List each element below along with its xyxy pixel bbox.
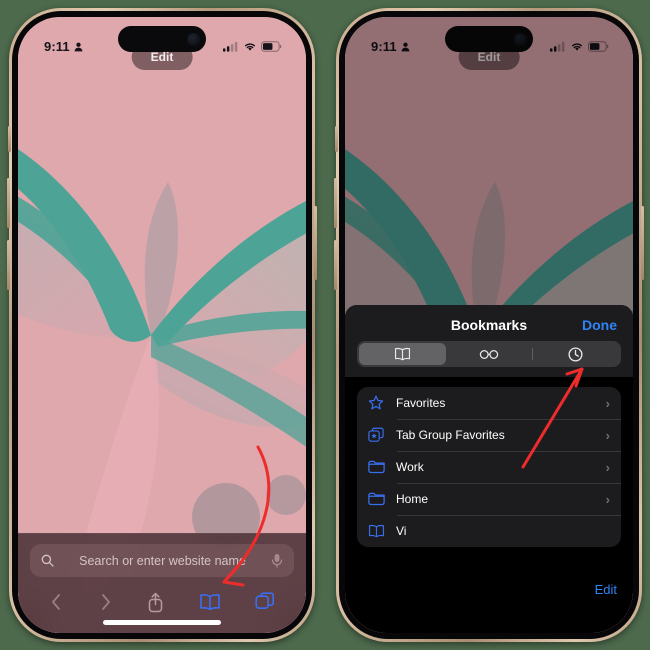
chevron-right-icon: › <box>605 395 610 411</box>
list-item-label: Tab Group Favorites <box>396 428 505 442</box>
phone-left: 9:11 Edit Search or enter website name <box>7 8 317 642</box>
list-item-label: Home <box>396 492 429 506</box>
glasses-icon <box>479 349 499 359</box>
bookmarks-sheet: Bookmarks Done Favorites › Tab Group Fav… <box>345 305 633 633</box>
status-time: 9:11 <box>44 39 70 54</box>
forward-button[interactable] <box>98 592 113 612</box>
folder-icon <box>368 460 390 474</box>
wifi-icon <box>245 43 255 51</box>
search-input[interactable]: Search or enter website name <box>30 544 294 577</box>
sheet-edit-button[interactable]: Edit <box>595 582 617 597</box>
chevron-right-icon: › <box>605 427 610 443</box>
phone-right: 9:11 Edit Bookmarks Done Favorites › Tab… <box>334 8 644 642</box>
list-item[interactable]: Work › <box>357 451 621 483</box>
bookmarks-button[interactable] <box>199 593 221 611</box>
volume-up-button[interactable] <box>334 178 337 228</box>
back-button[interactable] <box>49 592 64 612</box>
list-item-label: Work <box>396 460 424 474</box>
status-icons-left <box>223 41 282 52</box>
tab-reading-list[interactable] <box>446 343 533 365</box>
star-icon <box>368 395 390 411</box>
chevron-right-icon: › <box>605 491 610 507</box>
list-item[interactable]: Vi <box>357 515 621 547</box>
book-icon <box>394 347 410 361</box>
sheet-header: Bookmarks Done <box>345 305 633 377</box>
share-button[interactable] <box>147 592 164 613</box>
chevron-right-icon: › <box>605 459 610 475</box>
list-item[interactable]: Tab Group Favorites › <box>357 419 621 451</box>
battery-icon <box>261 41 282 52</box>
volume-up-button[interactable] <box>7 178 10 228</box>
list-item-label: Vi <box>396 524 407 538</box>
bookmarks-list: Favorites › Tab Group Favorites › Work ›… <box>357 387 621 547</box>
list-item[interactable]: Favorites › <box>357 387 621 419</box>
home-indicator[interactable] <box>103 620 221 625</box>
volume-down-button[interactable] <box>7 240 10 290</box>
search-placeholder: Search or enter website name <box>79 553 246 568</box>
done-button[interactable]: Done <box>582 317 617 333</box>
clock-icon <box>568 346 583 362</box>
dynamic-island <box>118 26 206 52</box>
tab-history[interactable] <box>532 343 619 365</box>
folder-icon <box>368 492 390 506</box>
list-item[interactable]: Home › <box>357 483 621 515</box>
screen-left: 9:11 Edit Search or enter website name <box>18 17 306 633</box>
list-item-label: Favorites <box>396 396 446 410</box>
safari-bottom-bar: Search or enter website name <box>18 533 306 633</box>
tab-group-star-icon <box>368 427 390 443</box>
safari-toolbar <box>18 586 306 618</box>
person-icon <box>74 42 83 51</box>
screenshot-stage: 9:11 Edit Search or enter website name 9… <box>0 0 650 650</box>
microphone-icon[interactable] <box>271 553 283 568</box>
cellular-bars-icon <box>223 41 238 52</box>
search-icon <box>41 554 54 567</box>
tab-bookmarks[interactable] <box>359 343 446 365</box>
screen-right: 9:11 Edit Bookmarks Done Favorites › Tab… <box>345 17 633 633</box>
power-button[interactable] <box>641 206 644 280</box>
segmented-control <box>357 341 621 367</box>
volume-down-button[interactable] <box>334 240 337 290</box>
power-button[interactable] <box>314 206 317 280</box>
book-icon <box>368 524 390 538</box>
silent-switch[interactable] <box>335 126 338 152</box>
tabs-button[interactable] <box>255 592 275 612</box>
front-camera-icon <box>187 32 200 46</box>
silent-switch[interactable] <box>8 126 11 152</box>
status-time-group: 9:11 <box>44 39 83 54</box>
